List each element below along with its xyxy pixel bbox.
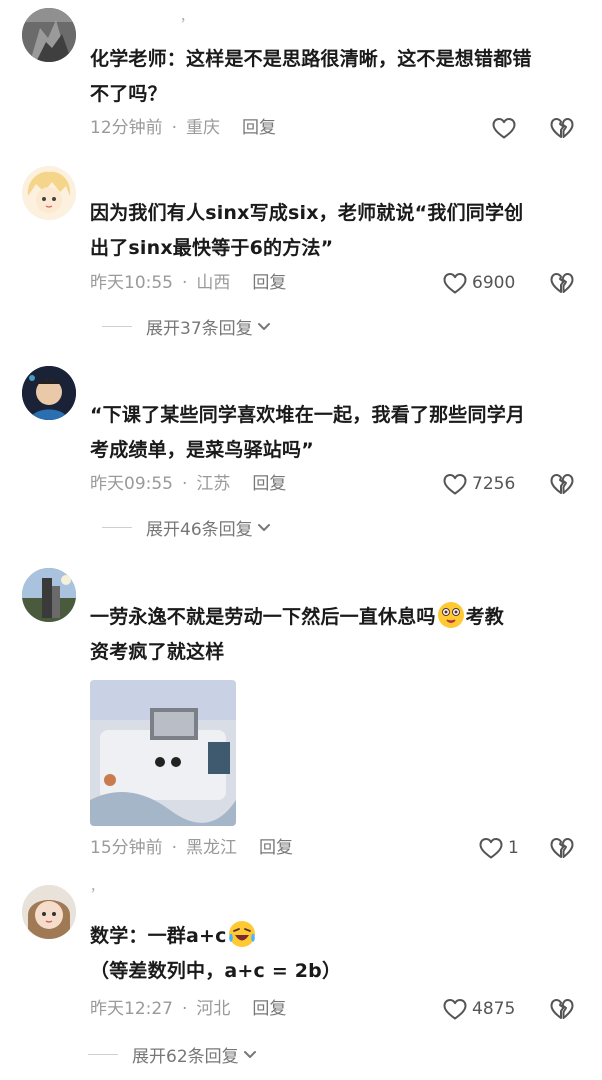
location: 江苏 (196, 474, 231, 494)
comment-text-segment: 考教 (465, 606, 505, 628)
divider-line (102, 326, 132, 327)
avatar[interactable] (22, 8, 76, 62)
timestamp: 昨天12:27 (90, 999, 173, 1019)
broken-heart-icon[interactable] (549, 116, 575, 140)
broken-heart-icon[interactable] (549, 472, 575, 496)
heart-outline-icon (442, 997, 468, 1021)
reply-button[interactable]: 回复 (252, 997, 286, 1021)
comment-text-line: 化学老师：这样是不是思路很清晰，这不是想错都错 (90, 48, 532, 70)
heart-outline-icon (442, 472, 468, 496)
timestamp: 昨天10:55 (90, 273, 173, 293)
comment-image-picture (90, 680, 236, 826)
comment-text: 数学：一群a+c （等差数列中，a+c = 2b） (90, 919, 580, 989)
meta-separator: · (171, 118, 178, 138)
avatar-image (22, 366, 76, 420)
timestamp: 15分钟前 (90, 838, 163, 858)
like-button[interactable] (491, 116, 517, 140)
like-count: 6900 (472, 273, 516, 293)
laughing-tears-emoji-icon (228, 921, 255, 947)
username[interactable]: ， (90, 880, 103, 896)
broken-heart-icon[interactable] (549, 997, 575, 1021)
avatar[interactable] (22, 885, 76, 939)
like-button[interactable]: 7256 (442, 472, 515, 496)
avatar-image (22, 568, 76, 622)
timestamp: 12分钟前 (90, 118, 163, 138)
comment-meta: 昨天12:27 · 河北 回复 (90, 997, 286, 1021)
broken-heart-icon[interactable] (549, 836, 575, 860)
chevron-down-icon (243, 1050, 257, 1060)
heart-outline-icon (491, 116, 517, 140)
like-button[interactable]: 4875 (442, 997, 515, 1021)
comment-text-line: 考成绩单，是菜鸟驿站吗” (90, 439, 314, 461)
like-button[interactable]: 1 (478, 836, 519, 860)
like-count: 7256 (472, 474, 516, 494)
like-count: 1 (508, 838, 519, 858)
expand-replies-button[interactable]: 展开46条回复 (102, 515, 271, 540)
comment-text-segment: 一劳永逸不就是劳动一下然后一直休息吗 (90, 606, 436, 628)
expand-replies-button[interactable]: 展开37条回复 (102, 314, 271, 339)
dizzy-face-emoji-icon (437, 602, 464, 628)
comment-text-segment: 数学：一群a+c (90, 925, 227, 947)
like-count: 4875 (472, 999, 516, 1019)
expand-replies-label: 展开62条回复 (132, 1047, 239, 1067)
reply-button[interactable]: 回复 (252, 472, 286, 496)
location: 黑龙江 (186, 838, 238, 858)
reply-button[interactable]: 回复 (259, 836, 293, 860)
comment-text-line: 因为我们有人sinx写成six，老师就说“我们同学创 (90, 202, 524, 224)
avatar-image (22, 166, 76, 220)
expand-replies-button[interactable]: 展开62条回复 (88, 1042, 257, 1067)
comment-text-line: 数学：一群a+c (90, 919, 580, 954)
expand-replies-label: 展开46条回复 (146, 520, 253, 540)
divider-line (88, 1054, 118, 1055)
avatar-image (22, 8, 76, 62)
comment-text: “下课了某些同学喜欢堆在一起，我看了那些同学月 考成绩单，是菜鸟驿站吗” (90, 398, 580, 468)
username[interactable]: ， (180, 10, 193, 26)
comment-text-line: 出了sinx最快等于6的方法” (90, 237, 334, 259)
meta-separator: · (182, 474, 188, 494)
expand-replies-label: 展开37条回复 (146, 319, 253, 339)
comment-text: 一劳永逸不就是劳动一下然后一直休息吗 考教 资考疯了就这样 (90, 600, 580, 670)
comment-text-line: 一劳永逸不就是劳动一下然后一直休息吗 考教 (90, 600, 580, 635)
heart-outline-icon (442, 271, 468, 295)
avatar[interactable] (22, 166, 76, 220)
location: 山西 (196, 273, 231, 293)
location: 重庆 (186, 118, 221, 138)
meta-separator: · (182, 273, 188, 293)
avatar[interactable] (22, 568, 76, 622)
heart-outline-icon (478, 836, 504, 860)
avatar-image (22, 885, 76, 939)
like-button[interactable]: 6900 (442, 271, 515, 295)
comment-meta: 昨天10:55 · 山西 回复 (90, 271, 286, 295)
chevron-down-icon (257, 322, 271, 332)
divider-line (102, 527, 132, 528)
comment-meta: 12分钟前 · 重庆 回复 (90, 116, 276, 140)
meta-separator: · (182, 999, 188, 1019)
comment-text: 因为我们有人sinx写成six，老师就说“我们同学创 出了sinx最快等于6的方… (90, 196, 580, 266)
reply-button[interactable]: 回复 (242, 116, 276, 140)
location: 河北 (196, 999, 231, 1019)
timestamp: 昨天09:55 (90, 474, 173, 494)
comment-text-line: 资考疯了就这样 (90, 641, 225, 663)
comment-image[interactable] (90, 680, 236, 826)
comment-text: 化学老师：这样是不是思路很清晰，这不是想错都错 不了吗？ (90, 42, 580, 112)
comment-text-line: （等差数列中，a+c = 2b） (90, 960, 342, 982)
comment-meta: 15分钟前 · 黑龙江 回复 (90, 836, 293, 860)
broken-heart-icon[interactable] (549, 271, 575, 295)
comment-text-line: 不了吗？ (90, 83, 167, 105)
comment-text-line: “下课了某些同学喜欢堆在一起，我看了那些同学月 (90, 404, 526, 426)
reply-button[interactable]: 回复 (252, 271, 286, 295)
avatar[interactable] (22, 366, 76, 420)
chevron-down-icon (257, 523, 271, 533)
comment-meta: 昨天09:55 · 江苏 回复 (90, 472, 286, 496)
meta-separator: · (171, 838, 178, 858)
